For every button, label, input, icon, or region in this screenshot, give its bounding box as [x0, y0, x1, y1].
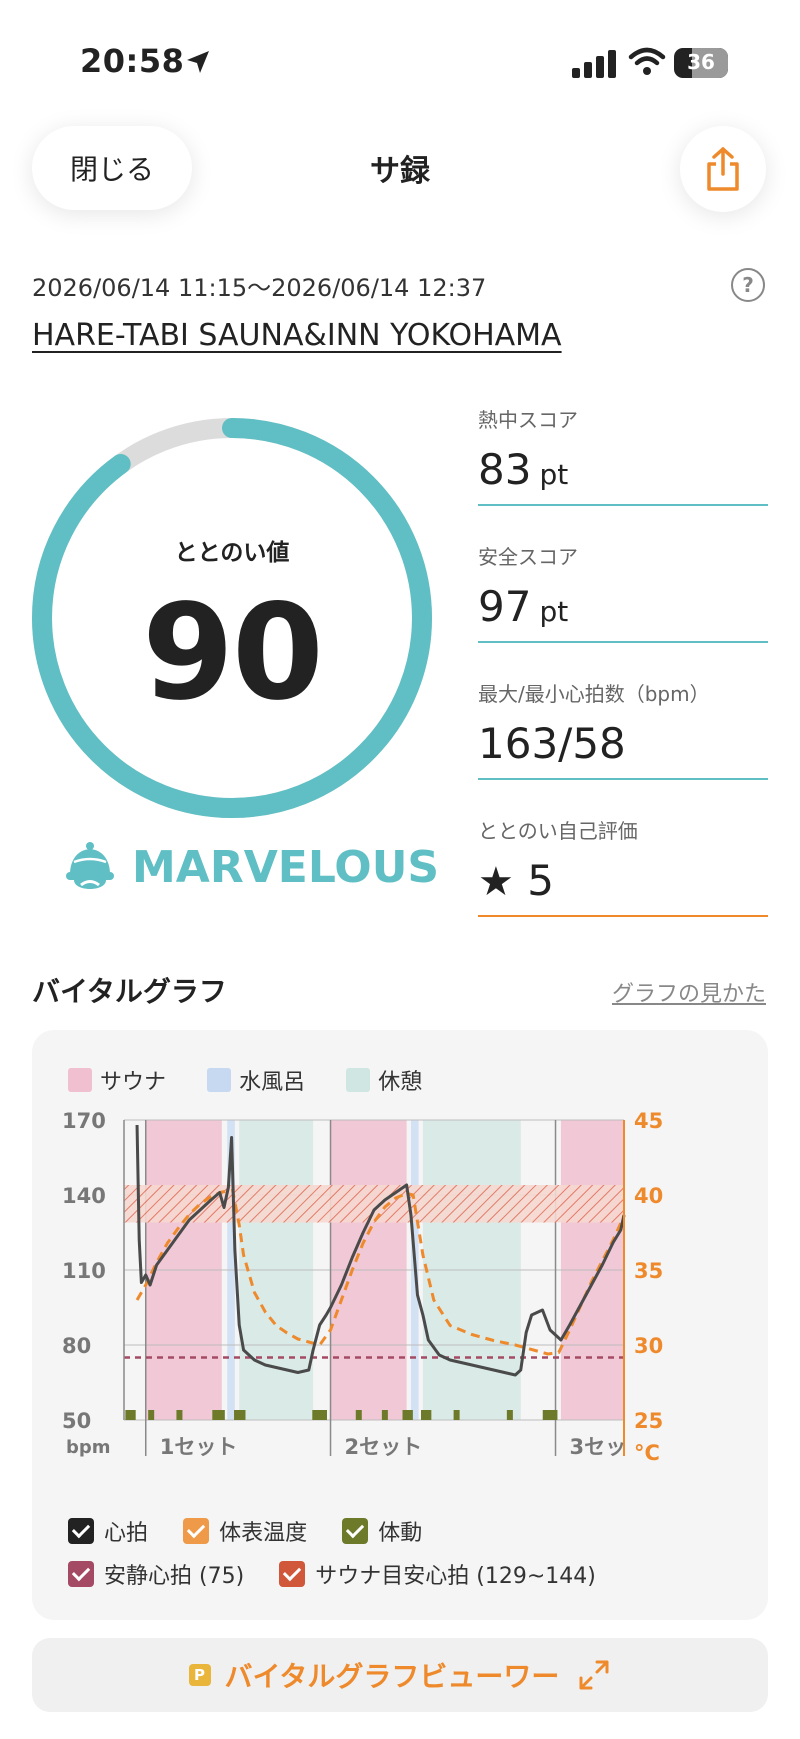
movement-mark	[355, 1410, 362, 1420]
self-rating-value: 5	[527, 856, 554, 905]
page-title: サ録	[370, 154, 430, 189]
y-left-tick: 140	[62, 1184, 106, 1208]
heart-rate-checkbox[interactable]	[68, 1518, 94, 1544]
y-left-tick: 110	[62, 1259, 106, 1283]
movement-mark	[453, 1410, 460, 1420]
premium-badge: P	[188, 1664, 211, 1686]
rest-hr-checkbox[interactable]	[68, 1561, 94, 1587]
totonoi-rank: MARVELOUS	[132, 842, 440, 893]
movement-mark	[148, 1410, 155, 1420]
divider	[478, 778, 768, 780]
divider	[478, 504, 768, 506]
safety-score-unit: pt	[539, 595, 569, 628]
series-legend-row1: 心拍 体表温度 体動	[68, 1515, 422, 1547]
legend-cold-bath: 水風呂	[239, 1070, 306, 1095]
legend-movement: 体動	[378, 1521, 423, 1546]
self-rating-label: ととのい自己評価	[478, 819, 638, 843]
y-left-unit: bpm	[66, 1437, 111, 1458]
y-right-tick: 30	[634, 1334, 663, 1358]
x-tick: 3セッ	[570, 1435, 627, 1459]
movement-mark	[176, 1410, 183, 1420]
y-right-tick: 40	[634, 1184, 663, 1208]
cold-bath-swatch	[207, 1068, 232, 1092]
battery-level: 36	[687, 50, 715, 74]
heart-rate-range: 最大/最小心拍数（bpm） 163/58	[478, 678, 768, 780]
movement-mark	[425, 1410, 432, 1420]
star-icon: ★	[478, 859, 514, 905]
legend-target-hr: サウナ目安心拍 (129~144)	[315, 1564, 596, 1589]
cellular-signal-icon	[572, 50, 616, 78]
heat-score: 熱中スコア 83 pt	[478, 404, 768, 506]
y-right-unit: °C	[634, 1441, 660, 1465]
legend-sauna: サウナ	[100, 1070, 167, 1095]
safety-score-value: 97	[478, 582, 532, 631]
vital-graph-viewer-button[interactable]: P バイタルグラフビューワー	[32, 1638, 768, 1712]
y-right-tick: 35	[634, 1259, 663, 1283]
sauna-hat-icon	[66, 842, 114, 889]
skin-temp-checkbox[interactable]	[183, 1518, 210, 1544]
x-tick: 2セット	[345, 1435, 423, 1459]
target-hr-checkbox[interactable]	[279, 1561, 306, 1587]
series-legend-row2: 安静心拍 (75) サウナ目安心拍 (129~144)	[68, 1558, 596, 1590]
legend-rest: 休憩	[378, 1070, 423, 1095]
movement-mark	[218, 1410, 225, 1420]
heat-score-unit: pt	[539, 458, 569, 491]
movement-mark	[381, 1410, 388, 1420]
safety-score: 安全スコア 97 pt	[478, 541, 768, 643]
vital-chart: 50 80 110 140 170 25 30 35 40 45 bpm °C 1セット 2セット 3セッ	[62, 1109, 663, 1465]
self-rating[interactable]: ととのい自己評価 ★ 5	[478, 815, 768, 917]
movement-mark	[129, 1410, 136, 1420]
legend-skin-temp: 体表温度	[219, 1521, 308, 1546]
facility-link[interactable]: HARE-TABI SAUNA&INN YOKOHAMA	[32, 318, 562, 353]
share-button[interactable]	[680, 126, 766, 212]
totonoi-label: ととのい値	[174, 540, 290, 566]
vital-graph-title: バイタルグラフ	[32, 975, 227, 1008]
totonoi-value: 90	[142, 576, 324, 730]
rest-swatch	[346, 1068, 371, 1092]
movement-checkbox[interactable]	[342, 1518, 369, 1544]
heat-score-label: 熱中スコア	[478, 408, 578, 432]
y-left-tick: 80	[62, 1334, 91, 1358]
graph-help-link[interactable]: グラフの見かた	[612, 976, 766, 1008]
y-right-tick: 25	[634, 1409, 663, 1433]
phase-legend: サウナ 水風呂 休憩	[68, 1064, 422, 1096]
divider	[478, 915, 768, 917]
legend-heart-rate: 心拍	[104, 1521, 149, 1546]
target-hr-band	[124, 1185, 624, 1223]
movement-mark	[551, 1410, 558, 1420]
divider	[478, 641, 768, 643]
location-arrow-icon	[187, 51, 209, 73]
heat-score-value: 83	[478, 445, 532, 494]
safety-score-label: 安全スコア	[478, 545, 578, 569]
battery-icon: 36	[674, 48, 728, 78]
wifi-icon	[628, 47, 666, 75]
x-tick: 1セット	[160, 1435, 238, 1459]
legend-rest-hr: 安静心拍 (75)	[104, 1564, 245, 1589]
movement-mark	[506, 1410, 513, 1420]
movement-mark	[406, 1410, 413, 1420]
movement-mark	[321, 1410, 327, 1420]
close-button[interactable]: 閉じる	[32, 126, 192, 210]
heart-rate-value: 163/58	[478, 719, 626, 768]
heart-rate-label: 最大/最小心拍数（bpm）	[478, 682, 710, 706]
y-left-tick: 50	[62, 1409, 91, 1433]
movement-mark	[234, 1410, 241, 1420]
session-datetime: 2026/06/14 11:15～2026/06/14 12:37	[32, 274, 487, 302]
sauna-swatch	[68, 1068, 92, 1092]
viewer-label: バイタルグラフビューワー	[224, 1660, 560, 1693]
y-right-tick: 45	[634, 1109, 663, 1133]
movement-mark	[239, 1410, 246, 1420]
y-left-tick: 170	[62, 1109, 106, 1133]
share-icon	[707, 147, 739, 191]
expand-icon	[579, 1660, 609, 1690]
help-icon[interactable]: ?	[731, 268, 765, 302]
status-time: 20:58	[80, 42, 185, 80]
